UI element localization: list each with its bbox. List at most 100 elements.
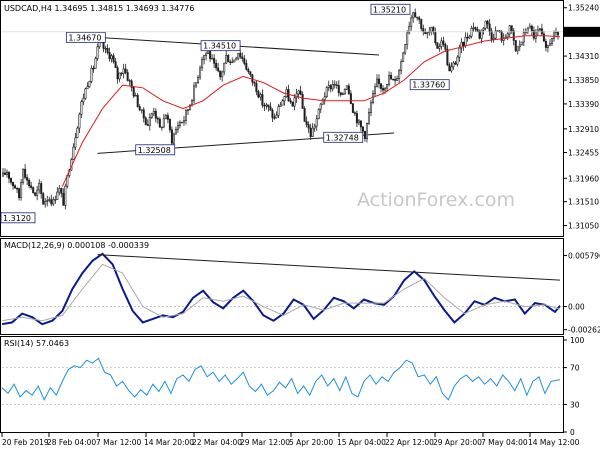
candle-body xyxy=(136,95,139,107)
time-tick-label: 20 Feb 2019 xyxy=(2,438,49,447)
time-tick-label: 14 May 12:00 xyxy=(528,438,580,447)
candle-body xyxy=(373,86,376,94)
candle-body xyxy=(259,94,262,98)
candle-body xyxy=(229,61,232,63)
candle-body xyxy=(152,110,155,115)
candle-body xyxy=(18,188,21,198)
candle-body xyxy=(174,129,177,135)
candle-body xyxy=(88,81,91,87)
candle-body xyxy=(512,30,515,41)
candle-body xyxy=(118,72,121,80)
candle-body xyxy=(148,117,151,126)
candle-body xyxy=(492,37,495,40)
candle-body xyxy=(134,95,137,97)
candle-body xyxy=(10,178,13,183)
candle-body xyxy=(347,85,350,94)
candle-body xyxy=(166,115,169,120)
candle-body xyxy=(237,52,240,59)
price-tick-label: 1.32910 xyxy=(568,125,599,134)
candle-body xyxy=(285,89,288,98)
candle-body xyxy=(110,55,113,60)
candle-body xyxy=(438,46,441,49)
time-tick-label: 22 Mar 04:00 xyxy=(192,438,242,447)
candle-body xyxy=(528,25,531,29)
candle-body xyxy=(64,185,67,206)
candle-body xyxy=(12,181,15,187)
candle-body xyxy=(219,70,222,78)
candle-body xyxy=(114,61,117,69)
candle-body xyxy=(30,185,33,188)
candle-body xyxy=(205,53,208,56)
candle-body xyxy=(289,100,292,103)
candle-body xyxy=(369,102,372,113)
candle-body xyxy=(337,85,340,93)
annotation-label: 1.32508 xyxy=(135,144,176,156)
candle-body xyxy=(94,58,97,69)
candle-body xyxy=(534,31,537,39)
candle-body xyxy=(213,58,216,64)
candle-body xyxy=(536,29,539,33)
time-tick-label: 5 Apr 20:00 xyxy=(289,438,333,447)
candle-body xyxy=(546,45,549,48)
candle-body xyxy=(116,67,119,80)
candle-body xyxy=(339,92,342,95)
candle-body xyxy=(422,28,425,33)
candle-body xyxy=(406,32,409,45)
candle-body xyxy=(291,101,294,107)
candle-body xyxy=(301,94,304,109)
annotation-text: 1.32748 xyxy=(326,133,359,142)
candle-body xyxy=(470,27,473,37)
candle-body xyxy=(84,88,87,99)
candle-body xyxy=(150,113,153,118)
candle-body xyxy=(323,96,326,101)
annotation-label: 1.3120 xyxy=(0,212,36,224)
chart-root: ActionForex.com 1.3120 1.34670 1.32508 1.34… xyxy=(0,0,600,447)
candle-body xyxy=(235,57,238,61)
candle-body xyxy=(317,108,320,120)
macd-tick-label: 0.005796 xyxy=(568,252,600,261)
candle-body xyxy=(482,27,485,31)
candle-body xyxy=(307,124,310,129)
candle-body xyxy=(209,50,212,59)
candle-body xyxy=(329,85,332,90)
rsi-axis: 100 70 30 0 xyxy=(563,336,585,437)
candle-body xyxy=(353,112,356,114)
candle-body xyxy=(548,43,551,46)
candle-body xyxy=(297,90,300,95)
candle-body xyxy=(176,125,179,130)
candle-body xyxy=(462,41,465,47)
candle-body xyxy=(544,41,547,48)
annotation-text: 1.34510 xyxy=(203,42,236,51)
candle-body xyxy=(386,84,389,89)
candle-body xyxy=(112,55,115,62)
candle-body xyxy=(142,109,145,119)
candle-body xyxy=(496,30,499,32)
candle-body xyxy=(514,40,517,52)
candle-body xyxy=(146,124,149,126)
candle-body xyxy=(271,109,274,118)
candle-body xyxy=(193,85,196,101)
candle-body xyxy=(56,191,59,200)
candle-body xyxy=(86,86,89,90)
candle-body xyxy=(384,87,387,91)
candle-body xyxy=(44,201,47,205)
candle-body xyxy=(398,70,401,79)
candle-body xyxy=(472,27,475,29)
candle-body xyxy=(78,114,81,129)
candle-body xyxy=(279,104,282,107)
candle-body xyxy=(138,106,141,111)
candle-body xyxy=(540,28,543,35)
candle-body xyxy=(128,80,131,82)
candle-body xyxy=(221,71,224,78)
time-tick-label: 22 Apr 12:00 xyxy=(385,438,434,447)
price-tick-label: 1.34310 xyxy=(568,52,599,61)
candle-body xyxy=(26,177,29,181)
candle-body xyxy=(440,40,443,47)
candle-body xyxy=(217,67,220,72)
candle-body xyxy=(468,35,471,39)
candle-body xyxy=(22,168,25,183)
candle-body xyxy=(388,74,391,85)
candle-body xyxy=(120,72,123,75)
candle-body xyxy=(376,78,379,88)
macd-header: MACD(12,26,9) 0.000108 -0.000339 xyxy=(4,241,149,250)
